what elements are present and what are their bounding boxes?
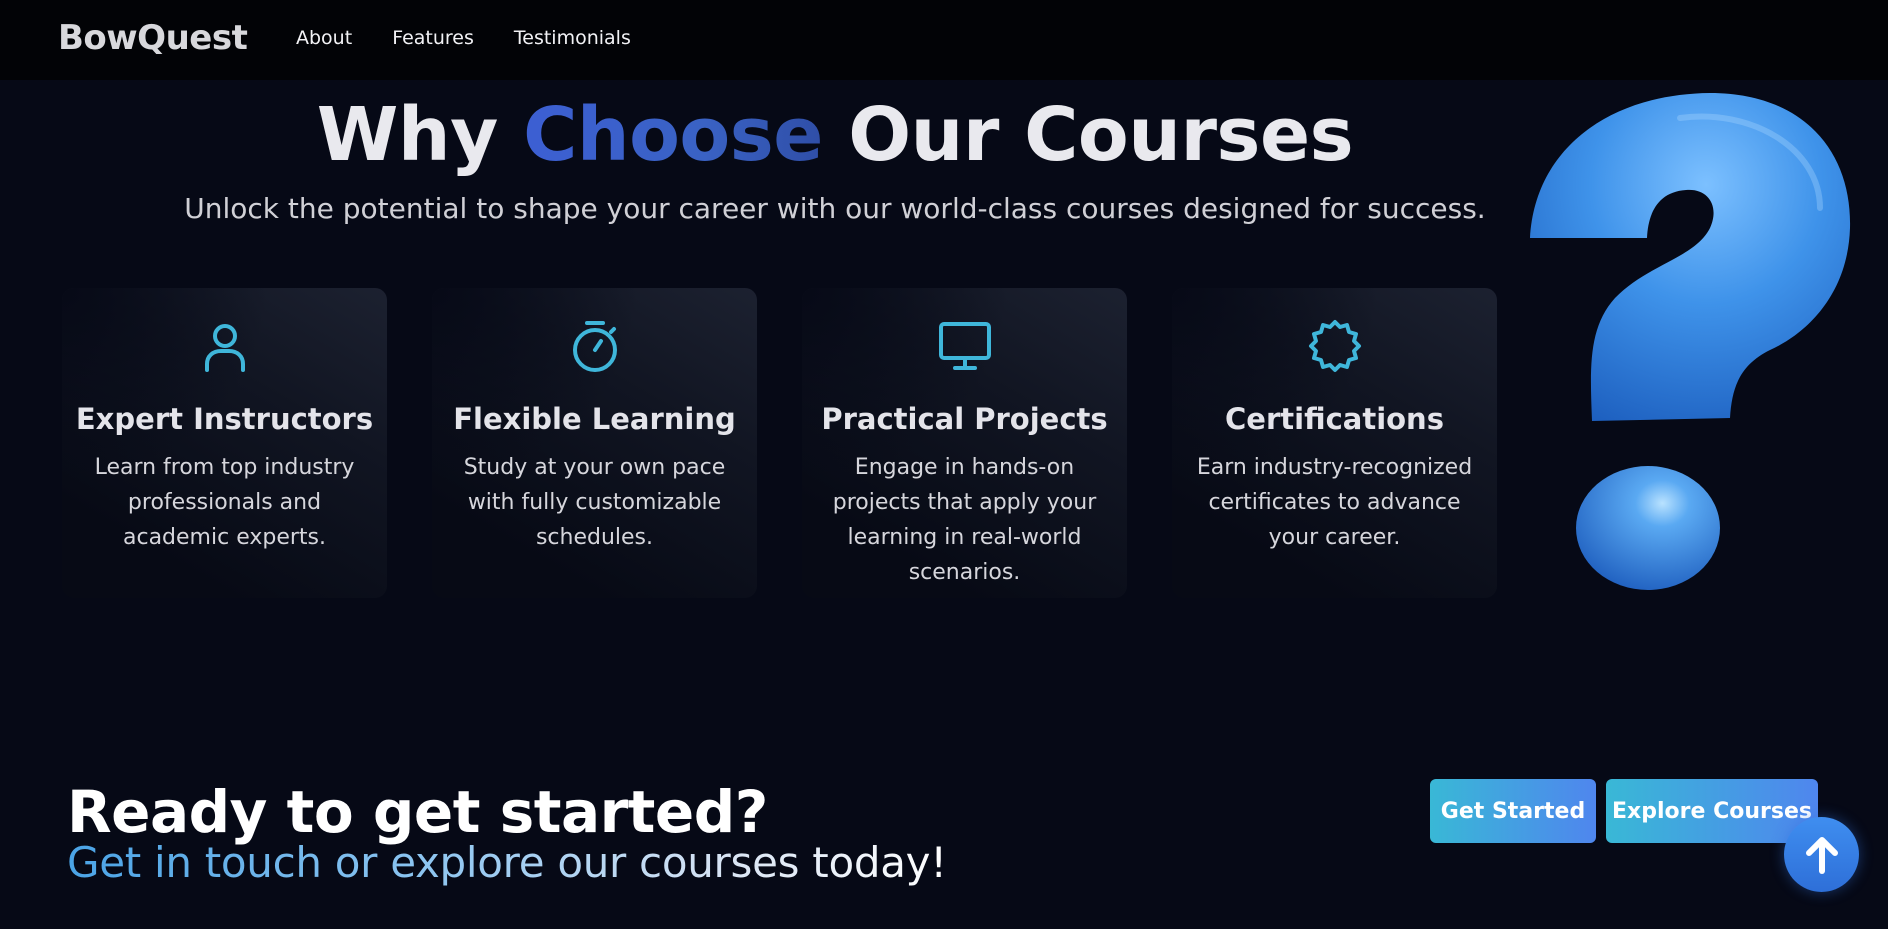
- feature-card-certifications: Certifications Earn industry-recognized …: [1172, 288, 1497, 598]
- feature-title: Flexible Learning: [453, 402, 736, 436]
- scroll-to-top-button[interactable]: [1784, 817, 1859, 892]
- nav-link-features[interactable]: Features: [392, 27, 474, 49]
- feature-description: Earn industry-recognized certificates to…: [1196, 455, 1473, 550]
- badge-icon: [1308, 320, 1361, 372]
- feature-title: Certifications: [1225, 402, 1444, 436]
- cta-subtitle: Get in touch or explore our courses toda…: [67, 838, 947, 887]
- arrow-up-icon: [1805, 836, 1838, 874]
- feature-title: Practical Projects: [821, 402, 1108, 436]
- monitor-icon: [938, 322, 991, 370]
- question-mark-3d-icon: [1530, 93, 1851, 590]
- get-started-button[interactable]: Get Started: [1430, 779, 1596, 843]
- explore-courses-button[interactable]: Explore Courses: [1606, 779, 1818, 843]
- page: BowQuest About Features Testimonials Why…: [0, 0, 1888, 929]
- feature-card-expert-instructors: Expert Instructors Learn from top indust…: [62, 288, 387, 598]
- nav-link-about[interactable]: About: [296, 27, 352, 49]
- title-part-1: Why: [316, 92, 499, 178]
- title-accent: Choose: [523, 92, 823, 178]
- feature-description: Engage in hands-on projects that apply y…: [832, 455, 1097, 585]
- feature-cards: Expert Instructors Learn from top indust…: [62, 288, 1497, 598]
- title-part-2: Our Courses: [848, 92, 1354, 178]
- feature-description: Study at your own pace with fully custom…: [463, 455, 726, 550]
- section-title: Why Choose Our Courses: [0, 92, 1670, 178]
- feature-title: Expert Instructors: [75, 402, 374, 436]
- feature-description: Learn from top industry professionals an…: [94, 455, 355, 550]
- feature-card-flexible-learning: Flexible Learning Study at your own pace…: [432, 288, 757, 598]
- brand-logo[interactable]: BowQuest: [58, 18, 248, 58]
- feature-card-practical-projects: Practical Projects Engage in hands-on pr…: [802, 288, 1127, 598]
- section-subtitle: Unlock the potential to shape your caree…: [184, 192, 1486, 225]
- nav-links: About Features Testimonials: [296, 27, 631, 49]
- cta-title: Ready to get started?: [67, 778, 768, 846]
- stopwatch-icon: [572, 321, 617, 372]
- user-icon: [204, 324, 245, 372]
- nav-link-testimonials[interactable]: Testimonials: [514, 27, 631, 49]
- top-navbar: BowQuest About Features Testimonials: [0, 0, 1888, 80]
